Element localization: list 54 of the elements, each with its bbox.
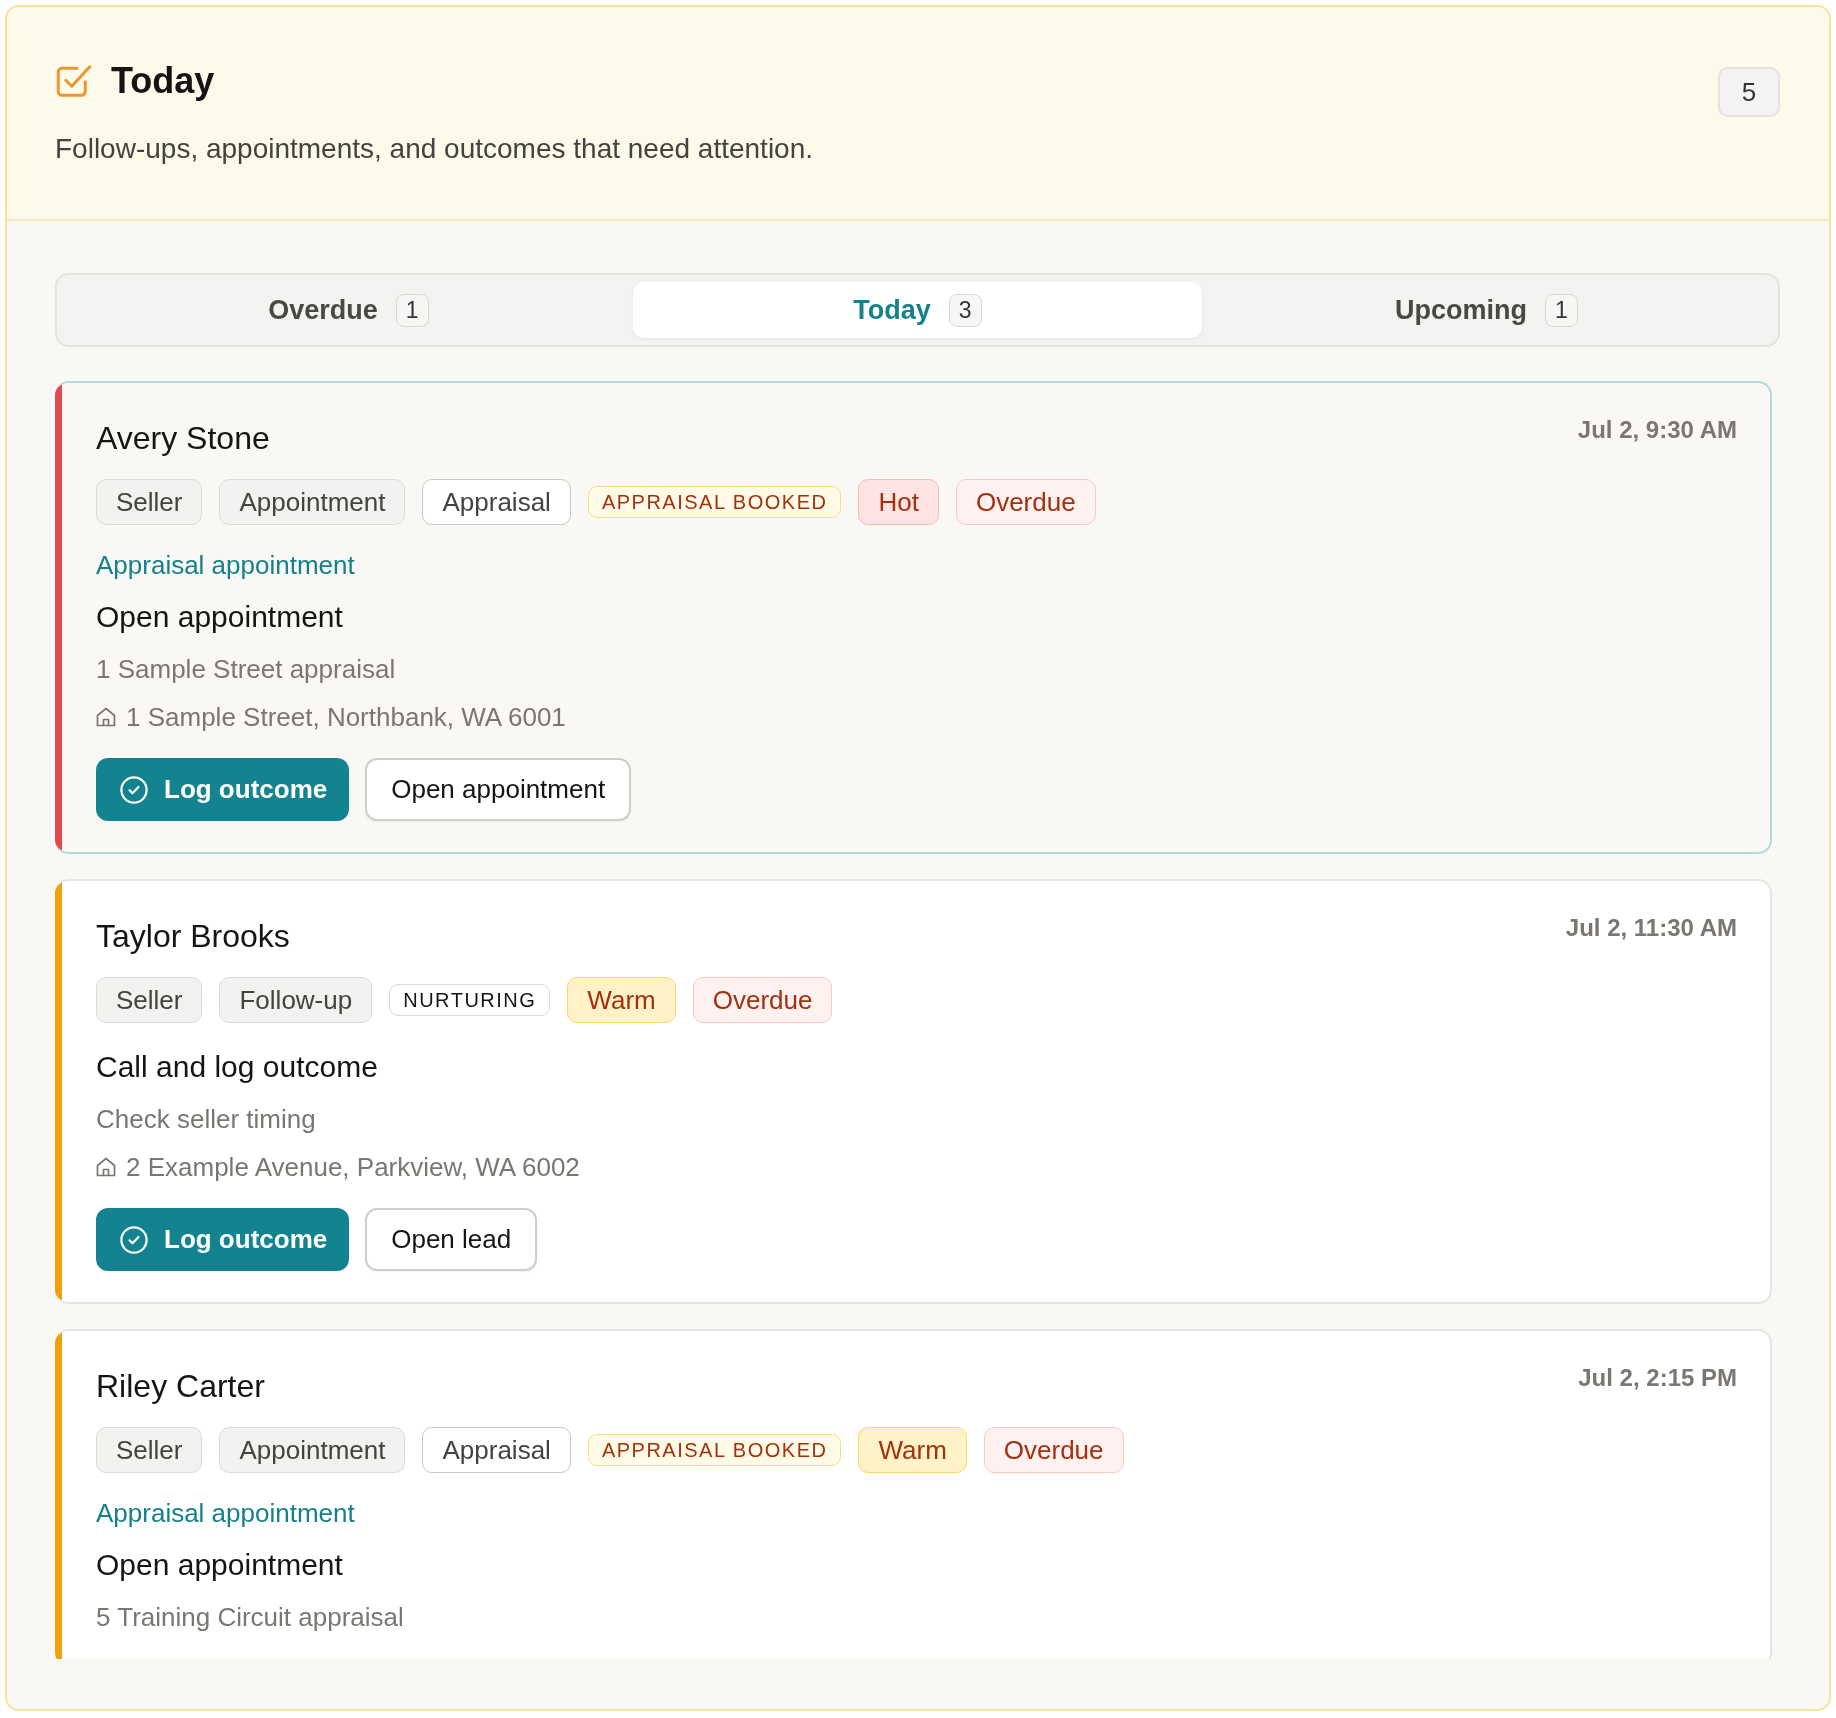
category-tag: Seller <box>96 977 203 1023</box>
tab[interactable]: Today 3 <box>633 282 1202 338</box>
temperature-tag: Warm <box>567 977 676 1023</box>
checkbox-icon <box>56 63 92 99</box>
count-badge: 1 <box>395 293 429 327</box>
category-tag: Appointment <box>219 479 406 525</box>
house-icon <box>96 707 116 727</box>
check-circle-icon <box>120 1225 148 1254</box>
appointment-link[interactable]: Appraisal appointment <box>96 1496 355 1530</box>
stage-tag: APPRAISAL BOOKED <box>587 486 842 518</box>
contact-name: Riley Carter <box>96 1367 265 1406</box>
contact-name: Taylor Brooks <box>96 917 290 956</box>
category-tag: Appraisal <box>422 1427 571 1473</box>
task-title: Open appointment <box>96 599 343 635</box>
contact-name: Avery Stone <box>96 419 270 458</box>
action-button[interactable]: Log outcome <box>96 1208 350 1271</box>
category-tag: Follow-up <box>219 977 373 1023</box>
count-badge: 3 <box>948 293 982 327</box>
category-tag: Seller <box>96 479 203 525</box>
count-badge: 1 <box>1545 293 1578 327</box>
task-title: Open appointment <box>96 1547 343 1583</box>
temperature-tag: Warm <box>858 1427 967 1473</box>
action-button[interactable]: Open appointment <box>365 758 632 821</box>
panel-title: Today <box>111 59 215 103</box>
category-tag: Appraisal <box>422 479 571 525</box>
task-card[interactable] <box>55 381 1772 854</box>
status-tag: Overdue <box>692 977 833 1023</box>
count-badge: 5 <box>1718 67 1780 117</box>
action-button[interactable]: Open lead <box>365 1208 538 1271</box>
panel-subtitle: Follow-ups, appointments, and outcomes that need attention. <box>55 132 814 166</box>
appointment-link[interactable]: Appraisal appointment <box>96 548 355 582</box>
status-tag: Overdue <box>955 479 1096 525</box>
house-icon <box>96 1157 116 1177</box>
address-text: 2 Example Avenue, Parkview, WA 6002 <box>126 1151 580 1184</box>
task-detail: Check seller timing <box>96 1103 316 1136</box>
address-text: 1 Sample Street, Northbank, WA 6001 <box>126 701 566 734</box>
action-button[interactable]: Log outcome <box>96 758 350 821</box>
task-detail: 5 Training Circuit appraisal <box>96 1601 404 1634</box>
check-circle-icon <box>120 775 148 804</box>
task-card[interactable]: Riley Carter Jul 2, 2:15 PM Seller Appointment Appraisal APPRAISAL BOOKED Warm Overdue Appraisal appointment Open appointment 5 Training Circuit appraisal <box>55 1329 1772 1659</box>
tab[interactable]: Upcoming 1 <box>1202 282 1771 338</box>
temperature-tag: Hot <box>858 479 939 525</box>
stage-tag: NURTURING <box>389 984 551 1016</box>
category-tag: Appointment <box>219 1427 406 1473</box>
appointment-time: Jul 2, 11:30 AM <box>1565 914 1737 942</box>
task-title: Call and log outcome <box>96 1049 378 1085</box>
task-detail: 1 Sample Street appraisal <box>96 653 396 686</box>
tab[interactable]: Overdue 1 <box>64 282 633 338</box>
category-tag: Seller <box>96 1427 203 1473</box>
status-tag: Overdue <box>983 1427 1124 1473</box>
stage-tag: APPRAISAL BOOKED <box>587 1434 842 1466</box>
task-card[interactable]: Taylor Brooks Jul 2, 11:30 AM Seller Follow-up NURTURING Warm Overdue Call and log outcome Check seller timing 2 Example Avenue, Parkview, WA 6002 Log outcome Open lead <box>55 879 1772 1304</box>
appointment-time: Jul 2, 2:15 PM <box>1578 1364 1737 1392</box>
appointment-time: Jul 2, 9:30 AM <box>1577 416 1737 444</box>
